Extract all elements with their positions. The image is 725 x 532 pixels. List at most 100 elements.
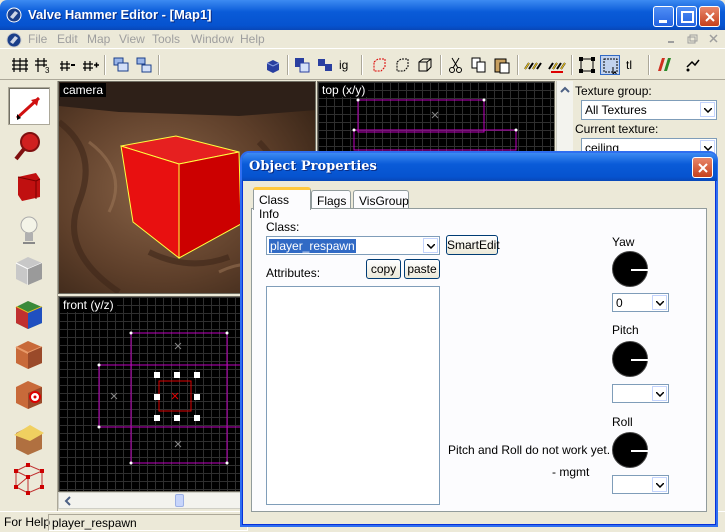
dialog-close-button[interactable] bbox=[692, 157, 713, 178]
paste-button[interactable]: paste bbox=[404, 259, 440, 279]
paste-icon[interactable] bbox=[492, 55, 512, 75]
dialog-title-bar[interactable]: Object Properties bbox=[242, 153, 717, 181]
carve-icon[interactable] bbox=[263, 55, 283, 75]
current-texture-label: Current texture: bbox=[575, 122, 659, 136]
yaw-dial-hand bbox=[631, 269, 648, 271]
menu-map[interactable]: Map bbox=[87, 32, 110, 46]
yaw-dial[interactable] bbox=[612, 251, 648, 287]
main-toolbar: 3 ig tl bbox=[0, 50, 725, 80]
tool-palette bbox=[0, 81, 58, 511]
camera-tool-icon[interactable] bbox=[8, 167, 50, 205]
tab-visgroup[interactable]: VisGroup bbox=[353, 190, 409, 209]
group-icon[interactable] bbox=[111, 55, 131, 75]
menu-file[interactable]: File bbox=[28, 32, 47, 46]
vertex-manipulation-tool-icon[interactable] bbox=[8, 459, 50, 497]
copy-icon[interactable] bbox=[469, 55, 489, 75]
larger-grid-icon[interactable] bbox=[80, 55, 100, 75]
dropdown-arrow[interactable] bbox=[652, 295, 667, 310]
class-info-panel: Class: player_respawn SmartEdit Attribut… bbox=[251, 208, 707, 512]
attributes-list[interactable] bbox=[266, 286, 440, 505]
roll-select[interactable] bbox=[612, 475, 669, 494]
texture-group-select[interactable]: All Textures bbox=[581, 100, 717, 120]
tab-class-info[interactable]: Class Info bbox=[253, 187, 311, 221]
close-button[interactable] bbox=[699, 6, 720, 27]
chevron-down-icon bbox=[427, 244, 435, 249]
menu-view[interactable]: View bbox=[119, 32, 145, 46]
brush-outline-icon[interactable] bbox=[392, 55, 412, 75]
ignore-groups-button[interactable]: ig bbox=[339, 58, 359, 78]
select-by-handles-icon[interactable] bbox=[577, 55, 597, 75]
toolbar-separator bbox=[517, 55, 519, 75]
pitch-roll-note: Pitch and Roll do not work yet. -> bbox=[448, 443, 625, 457]
dropdown-arrow[interactable] bbox=[700, 102, 715, 117]
front-viewport-scrollbar[interactable] bbox=[58, 492, 246, 509]
texture-lock-icon[interactable] bbox=[523, 55, 543, 75]
copy-button[interactable]: copy bbox=[366, 259, 401, 279]
smaller-grid-icon[interactable] bbox=[57, 55, 77, 75]
pitch-dial[interactable] bbox=[612, 341, 648, 377]
chevron-down-icon bbox=[656, 392, 664, 397]
dropdown-arrow[interactable] bbox=[652, 477, 667, 492]
entity-tool-icon[interactable] bbox=[8, 211, 50, 249]
yaw-select[interactable]: 0 bbox=[612, 293, 669, 312]
mdi-minimize-icon[interactable] bbox=[665, 33, 678, 45]
minimize-button[interactable] bbox=[653, 6, 674, 27]
select-by-objects-icon[interactable] bbox=[600, 55, 620, 75]
dropdown-arrow[interactable] bbox=[423, 238, 438, 253]
hide-selected-icon[interactable] bbox=[292, 55, 312, 75]
attributes-label: Attributes: bbox=[266, 266, 321, 280]
class-label: Class: bbox=[266, 220, 300, 234]
maximize-button[interactable] bbox=[676, 6, 697, 27]
roll-dial-hand bbox=[631, 450, 648, 452]
ungroup-icon[interactable] bbox=[134, 55, 154, 75]
pitch-label: Pitch bbox=[612, 323, 639, 337]
yaw-value: 0 bbox=[616, 296, 623, 310]
grid-icon[interactable] bbox=[10, 55, 30, 75]
chevron-down-icon bbox=[656, 301, 664, 306]
compile-icon[interactable] bbox=[683, 55, 703, 75]
menu-edit[interactable]: Edit bbox=[57, 32, 78, 46]
grid-toggle-3d-icon[interactable]: 3 bbox=[33, 55, 53, 75]
cut-icon[interactable] bbox=[446, 55, 466, 75]
entity-color-icon[interactable] bbox=[654, 55, 674, 75]
close-icon bbox=[698, 163, 708, 173]
scroll-thumb[interactable] bbox=[175, 494, 184, 507]
apply-current-texture-icon[interactable] bbox=[8, 335, 50, 373]
apply-decals-tool-icon[interactable] bbox=[8, 375, 50, 413]
document-icon bbox=[6, 32, 22, 48]
selection-tool-icon[interactable] bbox=[8, 87, 50, 125]
magnify-tool-icon[interactable] bbox=[8, 127, 50, 165]
smartedit-button[interactable]: SmartEdit bbox=[446, 235, 500, 255]
toggle-text-button[interactable]: tl bbox=[626, 58, 646, 78]
menu-help[interactable]: Help bbox=[240, 32, 265, 46]
texture-scale-lock-icon[interactable] bbox=[547, 55, 567, 75]
yaw-label: Yaw bbox=[612, 235, 635, 249]
brush-solid-icon[interactable] bbox=[415, 55, 435, 75]
dialog-title: Object Properties bbox=[249, 159, 377, 174]
menu-window[interactable]: Window bbox=[191, 32, 234, 46]
show-all-icon[interactable] bbox=[315, 55, 335, 75]
window-title: Valve Hammer Editor - [Map1] bbox=[28, 7, 212, 22]
scroll-left-icon[interactable] bbox=[60, 493, 76, 508]
hammer-app-icon bbox=[6, 7, 22, 23]
toolbar-separator bbox=[571, 55, 573, 75]
toolbar-separator bbox=[104, 55, 106, 75]
hammer-editor-window: Valve Hammer Editor - [Map1] File Edit M… bbox=[0, 0, 725, 532]
mdi-close-icon[interactable] bbox=[707, 33, 720, 45]
brush-outline-red-icon[interactable] bbox=[369, 55, 389, 75]
minimize-icon bbox=[659, 20, 667, 23]
texture-application-tool-icon[interactable] bbox=[8, 295, 50, 333]
dropdown-arrow[interactable] bbox=[652, 386, 667, 401]
pitch-select[interactable] bbox=[612, 384, 669, 403]
title-bar[interactable]: Valve Hammer Editor - [Map1] bbox=[0, 0, 725, 30]
tab-flags[interactable]: Flags bbox=[311, 190, 351, 209]
menu-tools[interactable]: Tools bbox=[152, 32, 180, 46]
front-viewport[interactable]: front (y/z) bbox=[58, 296, 246, 492]
class-select[interactable]: player_respawn bbox=[266, 236, 440, 255]
clipping-tool-icon[interactable] bbox=[8, 419, 50, 457]
pitch-dial-hand bbox=[631, 359, 648, 361]
block-tool-icon[interactable] bbox=[8, 251, 50, 289]
toolbar-separator bbox=[158, 55, 160, 75]
mdi-restore-icon[interactable] bbox=[686, 33, 699, 45]
scroll-up-icon[interactable] bbox=[557, 82, 573, 98]
